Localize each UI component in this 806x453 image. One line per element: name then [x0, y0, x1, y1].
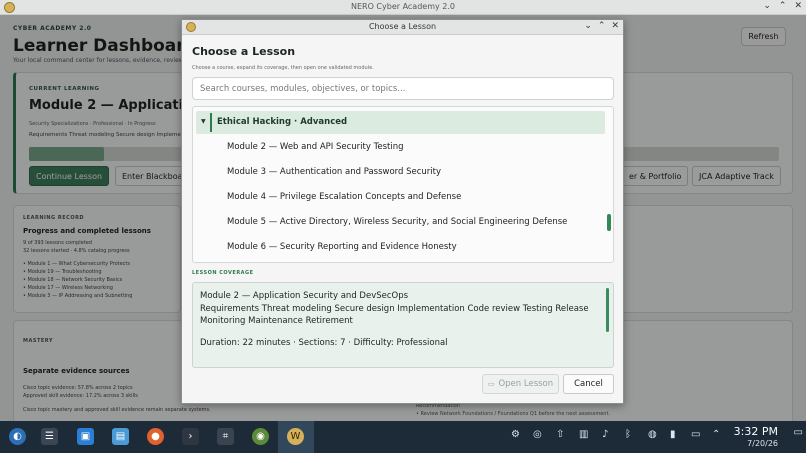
- tree-scrollbar[interactable]: [607, 214, 611, 231]
- display-icon[interactable]: ▭: [691, 429, 700, 440]
- close-icon[interactable]: ✕: [794, 1, 802, 11]
- network-tray-icon[interactable]: ⚙: [511, 429, 520, 440]
- lesson-tree: ▼ Ethical Hacking · Advanced Module 2 — …: [192, 106, 614, 263]
- module-item[interactable]: Module 5 — Active Directory, Wireless Se…: [227, 217, 567, 227]
- course-group-ethical-hacking[interactable]: ▼ Ethical Hacking · Advanced: [196, 111, 605, 134]
- open-lesson-button[interactable]: ▭ Open Lesson: [482, 374, 559, 394]
- choose-lesson-dialog: Choose a Lesson ⌄ ⌃ ✕ Choose a Lesson Ch…: [181, 19, 624, 404]
- discover-store-icon[interactable]: ▣: [77, 428, 94, 445]
- coverage-topics: Requirements Threat modeling Secure desi…: [200, 304, 589, 326]
- dialog-titlebar: Choose a Lesson ⌄ ⌃ ✕: [182, 20, 623, 35]
- dialog-heading: Choose a Lesson: [192, 45, 296, 58]
- coverage-scrollbar[interactable]: [606, 288, 609, 332]
- open-lesson-icon: ▭: [487, 380, 495, 388]
- firefox-icon[interactable]: ●: [147, 428, 164, 445]
- nero-academy-icon[interactable]: W: [287, 428, 304, 445]
- tray-expand-icon[interactable]: ⌃: [712, 429, 720, 440]
- dialog-window-title: Choose a Lesson: [368, 22, 437, 31]
- dialog-minimize-icon[interactable]: ⌄: [584, 21, 592, 31]
- game-icon[interactable]: ◉: [252, 428, 269, 445]
- file-manager-icon[interactable]: ▤: [112, 428, 129, 445]
- audio-device-icon[interactable]: ◍: [648, 429, 657, 440]
- dialog-maximize-icon[interactable]: ⌃: [598, 21, 606, 31]
- dialog-close-icon[interactable]: ✕: [611, 21, 619, 31]
- cancel-button[interactable]: Cancel: [563, 374, 614, 394]
- dialog-subtitle: Choose a course, expand its coverage, th…: [192, 65, 374, 71]
- terminal-icon[interactable]: ›: [182, 428, 199, 445]
- search-input[interactable]: [192, 77, 614, 100]
- open-lesson-label: Open Lesson: [498, 379, 554, 389]
- app-launcher-icon[interactable]: ◐: [9, 428, 26, 445]
- lesson-coverage-box: Module 2 — Application Security and DevS…: [192, 282, 614, 368]
- coverage-details: Duration: 22 minutes · Sections: 7 · Dif…: [200, 338, 448, 348]
- module-item[interactable]: Module 3 — Authentication and Password S…: [227, 167, 441, 177]
- screenshot-icon[interactable]: ⌗: [217, 428, 234, 445]
- window-title: NERO Cyber Academy 2.0: [350, 2, 455, 11]
- main-titlebar: NERO Cyber Academy 2.0 ⌄ ⌃ ✕: [0, 0, 806, 15]
- clock-date[interactable]: 7/20/26: [747, 439, 778, 448]
- maximize-icon[interactable]: ⌃: [779, 1, 787, 11]
- volume-icon[interactable]: ♪: [602, 429, 608, 440]
- clipboard-tray-icon[interactable]: ▥: [579, 429, 588, 440]
- bluetooth-icon[interactable]: ᛒ: [625, 429, 631, 440]
- taskbar: ◐ ☰ ▣ ▤ ● › ⌗ ◉ W ⚙ ◎ ⇧ ▥ ♪ ᛒ ◍ ▮ ▭ ⌃ 3:…: [0, 421, 806, 453]
- selection-accent: [210, 113, 212, 132]
- show-desktop-icon[interactable]: ▭: [794, 427, 803, 438]
- module-item[interactable]: Module 2 — Web and API Security Testing: [227, 142, 404, 152]
- battery-icon[interactable]: ▮: [670, 429, 676, 440]
- module-item[interactable]: Module 6 — Security Reporting and Eviden…: [227, 242, 457, 252]
- course-group-label: Ethical Hacking · Advanced: [217, 117, 348, 127]
- coverage-title: Module 2 — Application Security and DevS…: [200, 291, 409, 301]
- lesson-coverage-label: LESSON COVERAGE: [192, 270, 254, 276]
- module-item[interactable]: Module 4 — Privilege Escalation Concepts…: [227, 192, 461, 202]
- update-tray-icon[interactable]: ⇧: [556, 429, 564, 440]
- expand-arrow-icon[interactable]: ▼: [201, 118, 206, 125]
- minimize-icon[interactable]: ⌄: [763, 1, 771, 11]
- clock-time[interactable]: 3:32 PM: [734, 425, 778, 438]
- system-settings-icon[interactable]: ☰: [41, 428, 58, 445]
- steam-tray-icon[interactable]: ◎: [533, 429, 542, 440]
